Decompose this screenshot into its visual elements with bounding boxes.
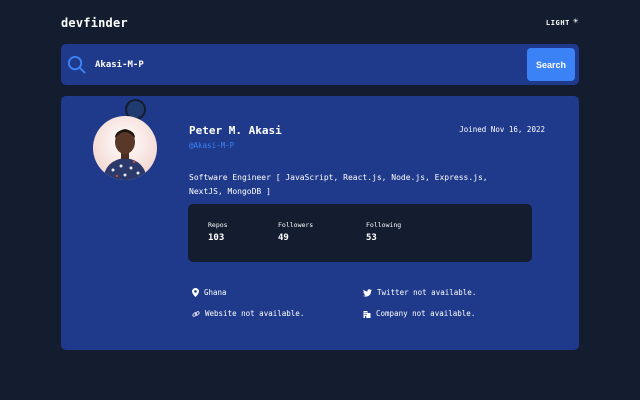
- stats-panel: Repos 103 Followers 49 Following 53: [188, 204, 532, 262]
- profile-bio: Software Engineer [ JavaScript, React.js…: [189, 173, 488, 196]
- twitter-text: Twitter not available.: [377, 288, 477, 297]
- profile-card: Peter M. Akasi @Akasi-M-P Joined Nov 16,…: [61, 96, 579, 350]
- header: devfinder LIGHT ☀: [61, 16, 579, 32]
- profile-name: Peter M. Akasi: [189, 124, 282, 137]
- twitter-item: Twitter not available.: [363, 288, 476, 297]
- stat-value: 103: [208, 233, 225, 243]
- joined-date: Joined Nov 16, 2022: [459, 125, 545, 134]
- website-item: Website not available.: [192, 309, 304, 318]
- app-logo: devfinder: [61, 16, 128, 30]
- website-text: Website not available.: [205, 309, 305, 318]
- link-icon: [192, 310, 200, 317]
- location-item: Ghana: [192, 288, 227, 297]
- search-icon: [67, 55, 86, 74]
- location-pin-icon: [192, 288, 199, 297]
- stat-repos: Repos 103: [208, 221, 228, 243]
- company-item: Company not available.: [363, 309, 475, 318]
- stat-value: 49: [278, 233, 289, 243]
- theme-toggle-button[interactable]: LIGHT ☀: [546, 18, 579, 27]
- sun-icon: ☀: [572, 17, 579, 27]
- stat-label: Followers: [278, 221, 314, 229]
- stat-label: Repos: [208, 221, 228, 229]
- avatar: [93, 116, 157, 180]
- location-text: Ghana: [204, 288, 227, 297]
- search-bar: Search: [61, 44, 579, 85]
- building-icon: [363, 310, 371, 318]
- search-input[interactable]: [95, 55, 515, 74]
- profile-handle-link[interactable]: @Akasi-M-P: [189, 141, 234, 150]
- twitter-icon: [363, 288, 372, 297]
- stat-label: Following: [366, 221, 402, 229]
- stat-value: 53: [366, 233, 377, 243]
- stat-followers: Followers 49: [278, 221, 313, 243]
- company-text: Company not available.: [376, 309, 476, 318]
- search-button[interactable]: Search: [527, 48, 575, 81]
- stat-following: Following 53: [366, 221, 401, 243]
- theme-toggle-label: LIGHT: [545, 18, 570, 27]
